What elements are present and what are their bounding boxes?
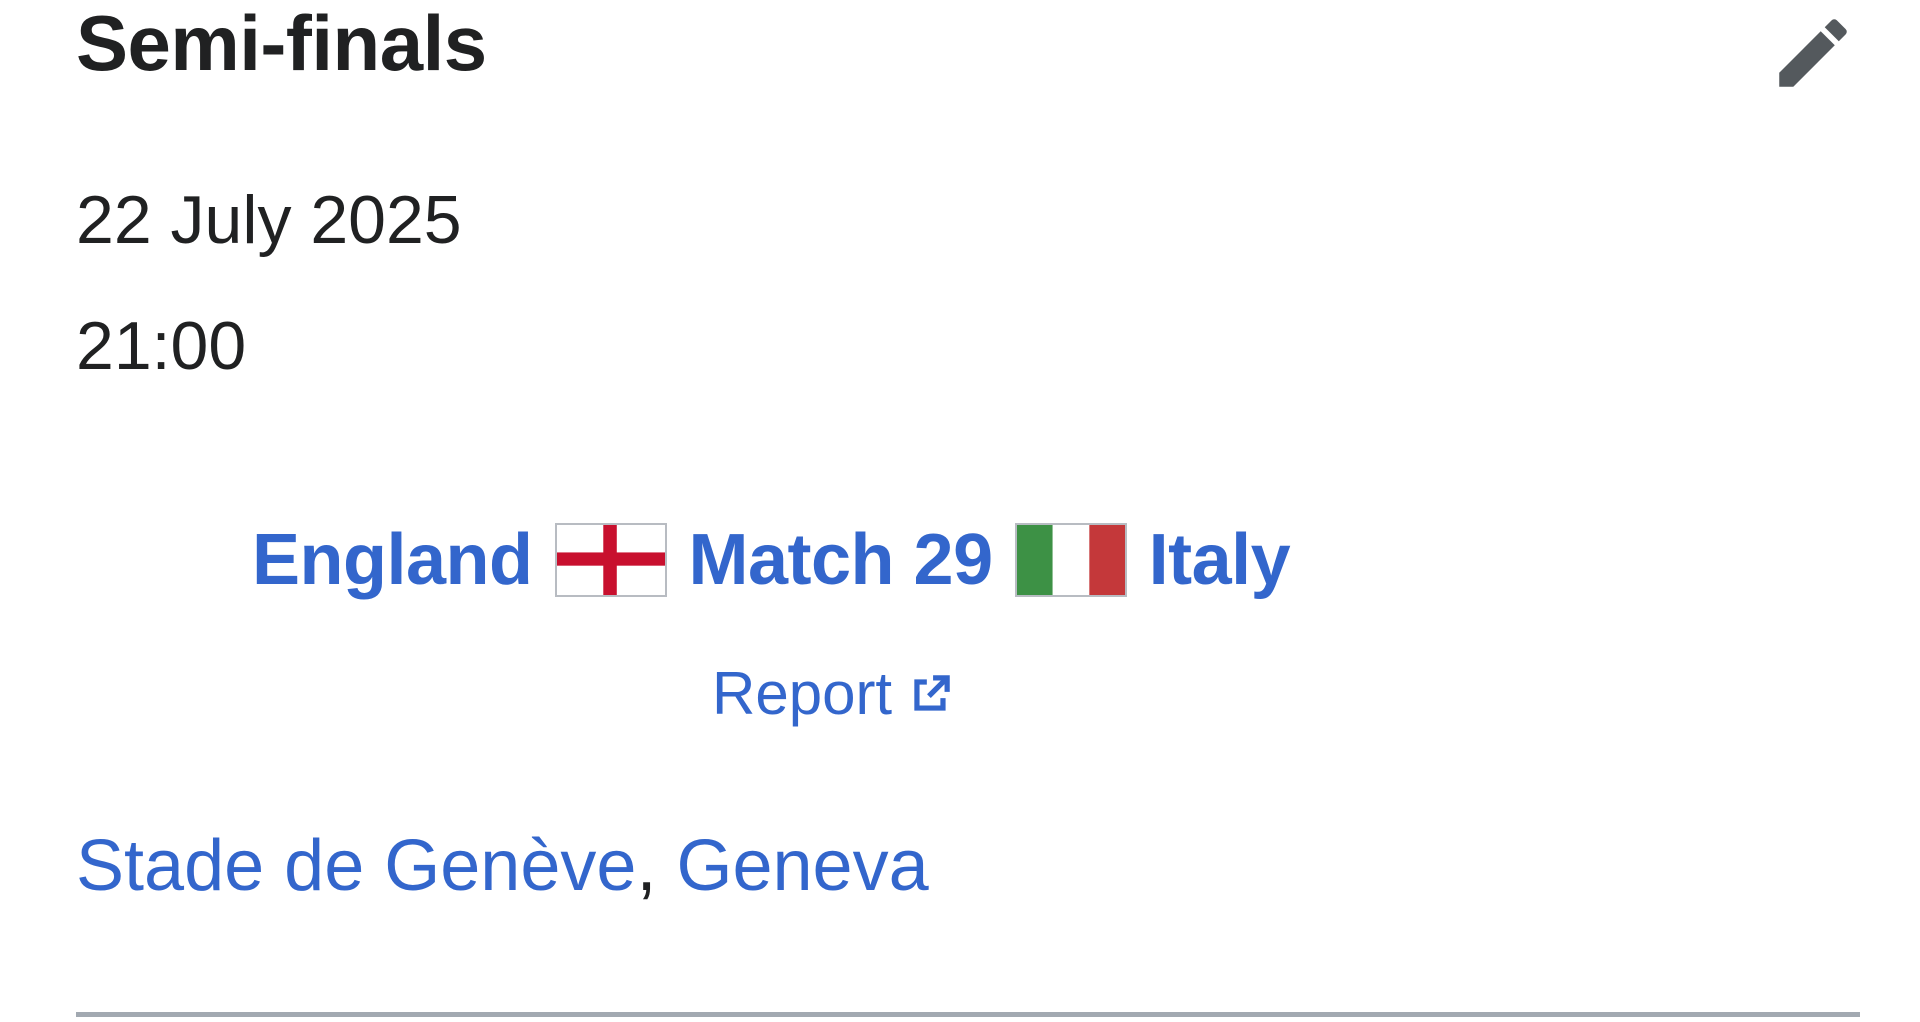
italy-flag-icon[interactable]: [1014, 523, 1127, 597]
external-link-icon[interactable]: [906, 669, 956, 719]
stadium-link[interactable]: Stade de Genève: [76, 826, 636, 906]
match-time: 21:00: [76, 308, 247, 384]
venue-separator: ,: [636, 826, 657, 906]
match-date: 22 July 2025: [76, 182, 462, 258]
match-section: Semi-finals 22 July 2025 21:00 England M…: [0, 0, 1920, 1022]
match-number-link[interactable]: Match 29: [689, 524, 994, 596]
section-divider: [76, 1012, 1860, 1017]
away-team-link[interactable]: Italy: [1149, 524, 1291, 596]
report-link[interactable]: Report: [712, 664, 892, 724]
section-heading: Semi-finals: [76, 0, 487, 87]
report-row: Report: [712, 664, 956, 724]
city-link[interactable]: Geneva: [676, 826, 928, 906]
pencil-icon: [1779, 19, 1847, 87]
edit-section-button[interactable]: [1768, 8, 1858, 98]
england-flag-icon[interactable]: [554, 523, 667, 597]
venue: Stade de Genève, Geneva: [76, 830, 929, 902]
match-summary: England Match 29 Italy: [252, 518, 1291, 602]
home-team-link[interactable]: England: [252, 524, 533, 596]
